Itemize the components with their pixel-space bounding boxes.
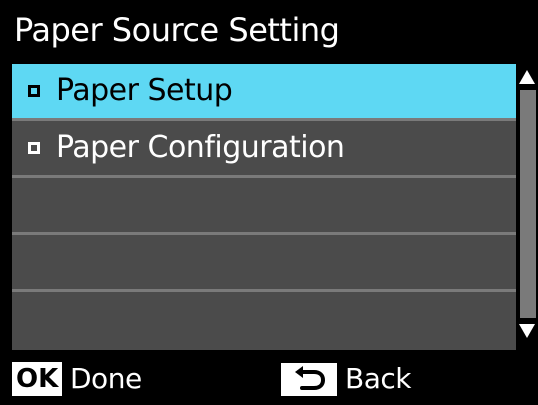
menu-item-paper-configuration[interactable]: Paper Configuration	[12, 121, 516, 178]
menu-item-empty	[12, 292, 516, 350]
square-bullet-icon	[28, 85, 40, 97]
square-bullet-icon	[28, 142, 40, 154]
done-label: Done	[70, 362, 142, 395]
footer-bar: OK Done Back	[0, 352, 538, 405]
menu-item-paper-setup[interactable]: Paper Setup	[12, 64, 516, 121]
page-title: Paper Source Setting	[0, 0, 538, 60]
menu-item-empty	[12, 178, 516, 235]
scroll-up-arrow-icon[interactable]	[519, 70, 535, 84]
scroll-down-arrow-icon[interactable]	[519, 324, 535, 338]
back-label: Back	[345, 362, 411, 395]
scroll-track[interactable]	[520, 90, 536, 318]
ok-key-icon[interactable]: OK	[12, 362, 63, 396]
menu-item-label: Paper Configuration	[56, 130, 345, 165]
back-arrow-icon[interactable]	[281, 363, 337, 396]
lcd-screen: Paper Source Setting Paper Setup Paper C…	[0, 0, 538, 405]
scrollbar[interactable]	[516, 64, 538, 350]
menu-item-label: Paper Setup	[56, 73, 233, 108]
menu-item-empty	[12, 235, 516, 292]
menu-list: Paper Setup Paper Configuration	[12, 64, 516, 350]
